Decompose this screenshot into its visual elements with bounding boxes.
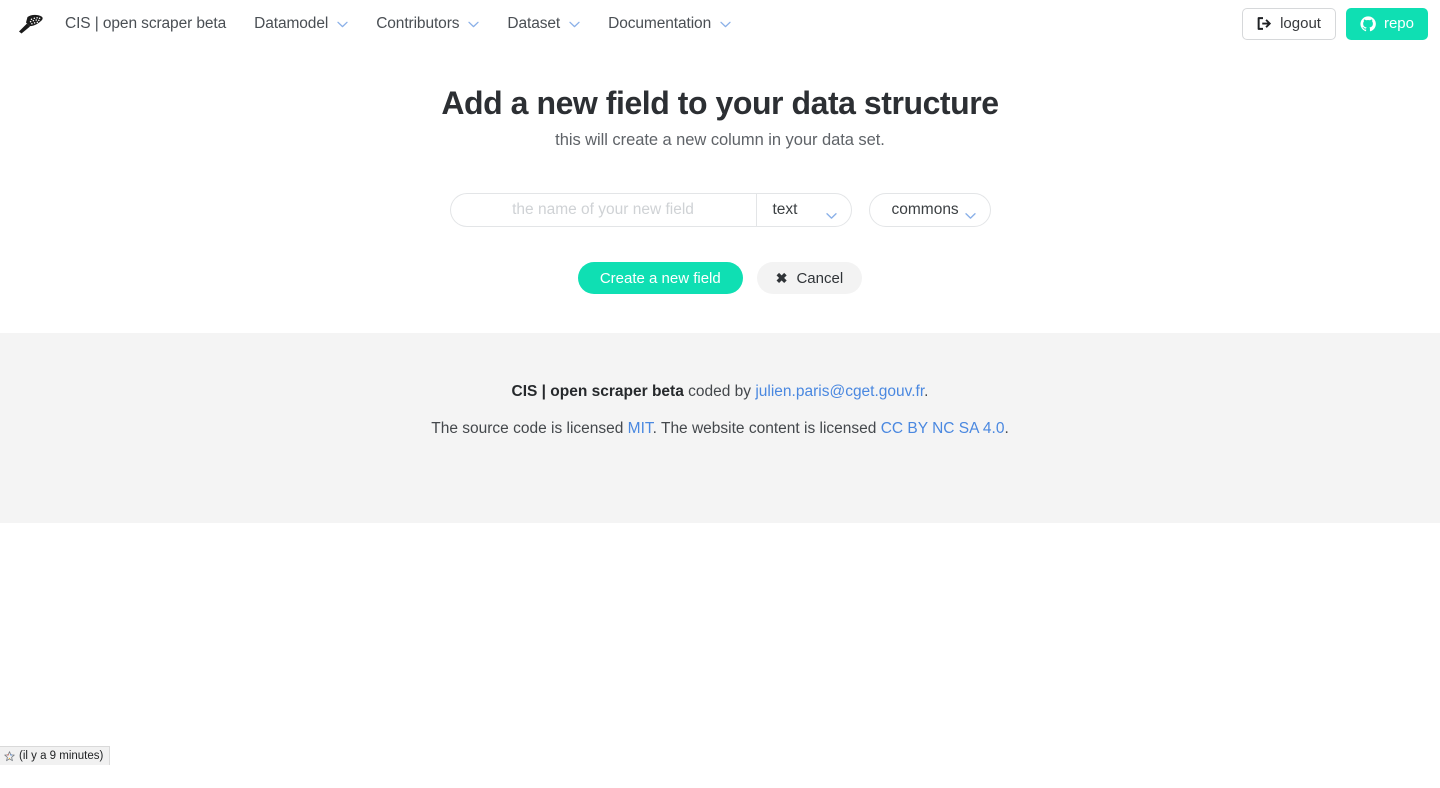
page-footer: CIS | open scraper beta coded by julien.… — [0, 333, 1440, 523]
nav-item-label: Datamodel — [254, 14, 329, 32]
page-title: Add a new field to your data structure — [441, 85, 999, 121]
field-input-group: text — [449, 193, 852, 227]
footer-email-link[interactable]: julien.paris@cget.gouv.fr — [755, 383, 924, 400]
nav-item-datamodel[interactable]: Datamodel — [240, 9, 362, 39]
footer-brand: CIS | open scraper beta — [511, 383, 684, 400]
footer-mit-link[interactable]: MIT — [628, 420, 653, 437]
main-content: Add a new field to your data structure t… — [0, 47, 1440, 294]
nav-item-label: Documentation — [608, 14, 712, 32]
nav-item-label: Dataset — [507, 14, 561, 32]
nav-brand-label: CIS | open scraper beta — [65, 14, 227, 32]
navbar-actions: logout repo — [1242, 7, 1428, 40]
nav-items: CIS | open scraper beta Datamodel Contri… — [54, 9, 745, 39]
sign-out-icon — [1257, 16, 1272, 31]
repo-button[interactable]: repo — [1345, 7, 1428, 40]
new-field-form: text commons — [0, 193, 1440, 227]
chevron-down-icon — [964, 207, 976, 219]
star-icon — [4, 750, 15, 762]
nav-item-documentation[interactable]: Documentation — [594, 9, 745, 39]
footer-coded-by: coded by — [683, 383, 756, 400]
repo-label: repo — [1383, 15, 1414, 32]
cancel-label: Cancel — [796, 269, 844, 287]
form-actions: Create a new field ✖ Cancel — [0, 262, 1440, 294]
field-scope-select[interactable]: commons — [868, 193, 991, 227]
footer-cc-link[interactable]: CC BY NC SA 4.0 — [881, 420, 1005, 437]
status-badge: (il y a 9 minutes) — [0, 746, 111, 765]
field-name-input[interactable] — [449, 193, 756, 227]
logout-label: logout — [1280, 15, 1321, 32]
create-field-button[interactable]: Create a new field — [577, 262, 743, 294]
status-badge-text: (il y a 9 minutes) — [19, 750, 104, 762]
nav-item-label: Contributors — [376, 14, 460, 32]
top-navbar: CIS | open scraper beta Datamodel Contri… — [0, 0, 1440, 47]
chevron-down-icon — [569, 21, 580, 28]
chevron-down-icon — [468, 21, 480, 28]
chevron-down-icon — [337, 21, 348, 28]
nav-brand-link[interactable]: CIS | open scraper beta — [54, 9, 240, 39]
chevron-down-icon — [825, 207, 837, 219]
scraper-logo-icon[interactable] — [16, 11, 46, 37]
github-icon — [1360, 15, 1376, 32]
nav-item-dataset[interactable]: Dataset — [493, 9, 594, 39]
field-type-select[interactable]: text — [755, 193, 852, 227]
field-type-value: text — [772, 201, 798, 218]
logout-button[interactable]: logout — [1242, 7, 1336, 40]
footer-license-prefix: The source code is licensed — [431, 420, 628, 438]
footer-license-period: . — [1004, 420, 1009, 438]
chevron-down-icon — [720, 21, 731, 28]
footer-license-mid: . The website content is licensed — [652, 420, 881, 438]
cancel-button[interactable]: ✖ Cancel — [756, 262, 863, 294]
footer-license-line: The source code is licensed MIT. The web… — [0, 417, 1440, 440]
nav-item-contributors[interactable]: Contributors — [362, 9, 493, 39]
field-scope-value: commons — [891, 201, 959, 218]
footer-credit-line: CIS | open scraper beta coded by julien.… — [0, 380, 1440, 403]
close-x-icon: ✖ — [775, 270, 788, 286]
page-subtitle: this will create a new column in your da… — [555, 131, 885, 149]
footer-period: . — [924, 383, 929, 400]
